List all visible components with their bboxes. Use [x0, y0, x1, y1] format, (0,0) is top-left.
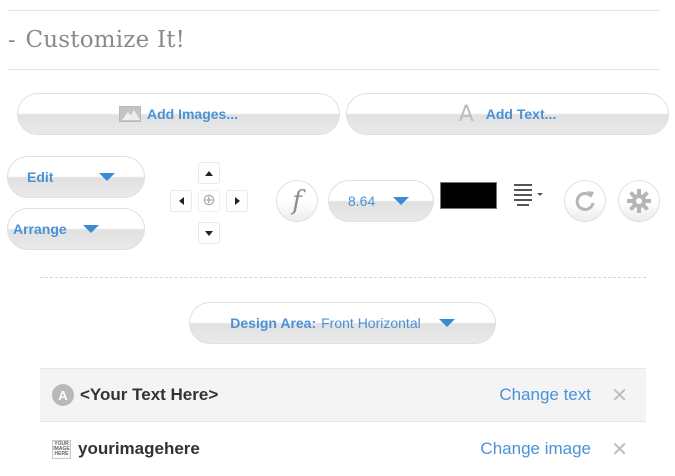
settings-button[interactable]: [618, 180, 660, 222]
letter-a-badge-icon: A: [52, 384, 74, 406]
edit-label: Edit: [27, 169, 54, 185]
element-name: yourimagehere: [78, 439, 200, 458]
section-title: Customize It!: [25, 27, 186, 53]
thumb-text-line: HERE: [54, 450, 69, 457]
design-area-dropdown[interactable]: Design Area: Front Horizontal: [189, 302, 496, 344]
element-row-text[interactable]: A <Your Text Here> Change text ✕: [40, 368, 646, 422]
text-a-icon: A: [458, 101, 474, 127]
image-thumbnail-icon: YOUR IMAGE HERE: [52, 439, 71, 459]
add-text-label: Add Text...: [485, 106, 557, 122]
text-align-dropdown[interactable]: [512, 182, 552, 210]
font-size-value: 8.64: [348, 193, 376, 209]
gear-icon: [627, 189, 651, 213]
rotate-icon: [575, 191, 595, 211]
add-text-button[interactable]: A Add Text...: [346, 93, 669, 135]
add-images-label: Add Images...: [146, 106, 239, 122]
text-color-swatch[interactable]: [440, 182, 497, 209]
change-image-link[interactable]: Change image: [480, 439, 591, 459]
header-divider: [8, 69, 660, 70]
font-f-icon: f: [292, 186, 302, 216]
align-lines-icon: [514, 184, 543, 206]
nudge-left-button[interactable]: [170, 190, 192, 212]
collapse-toggle[interactable]: -: [8, 28, 15, 53]
font-size-dropdown[interactable]: 8.64: [328, 180, 434, 222]
arrange-label: Arrange: [13, 221, 67, 237]
nudge-down-button[interactable]: [198, 222, 220, 244]
top-divider: [8, 10, 660, 11]
rotate-button[interactable]: [564, 180, 606, 222]
dashed-divider: [40, 277, 646, 278]
chevron-down-icon: [393, 197, 410, 205]
chevron-down-icon: [438, 319, 455, 327]
arrange-dropdown[interactable]: Arrange: [7, 208, 145, 250]
element-row-image[interactable]: YOUR IMAGE HERE yourimagehere Change ima…: [40, 422, 646, 476]
arrow-left-icon: [178, 197, 184, 205]
chevron-down-icon: [99, 173, 116, 181]
arrow-right-icon: [234, 197, 240, 205]
arrow-down-icon: [205, 230, 213, 236]
design-area-value: Front Horizontal: [321, 315, 421, 331]
edit-dropdown[interactable]: Edit: [7, 156, 145, 198]
section-header[interactable]: - Customize It!: [8, 20, 185, 60]
nudge-center: ⊕: [198, 190, 220, 212]
element-name: <Your Text Here>: [80, 385, 219, 404]
nudge-right-button[interactable]: [226, 190, 248, 212]
add-images-button[interactable]: Add Images...: [17, 93, 340, 135]
nudge-up-button[interactable]: [198, 162, 220, 184]
crosshair-icon: ⊕: [202, 192, 216, 209]
remove-icon[interactable]: ✕: [611, 383, 628, 408]
image-icon: [118, 106, 141, 122]
change-text-link[interactable]: Change text: [499, 385, 591, 405]
chevron-down-icon: [82, 225, 99, 233]
font-family-button[interactable]: f: [276, 180, 318, 222]
remove-icon[interactable]: ✕: [611, 437, 628, 462]
design-area-label: Design Area:: [230, 315, 317, 331]
arrow-up-icon: [205, 170, 213, 176]
